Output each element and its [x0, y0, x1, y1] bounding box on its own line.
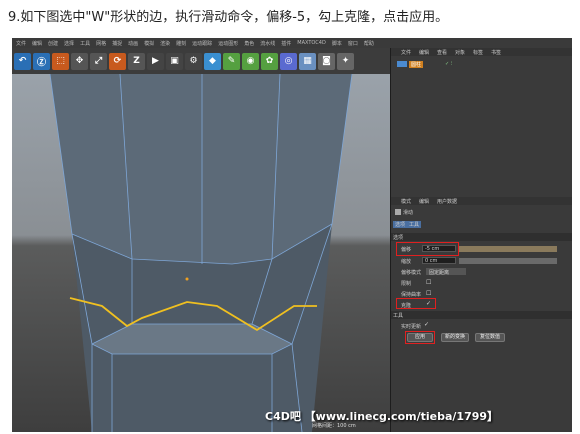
attr-manager-tabs: 模式 编辑 用户数据: [391, 197, 572, 205]
c4d-window: 文件 编辑 创建 选择 工具 网格 捕捉 动画 模拟 渲染 雕刻 运动跟踪 运动…: [12, 38, 572, 432]
keep-curvature-label: 保持曲率: [401, 292, 422, 298]
object-flags: ✓ ⁝: [445, 61, 453, 67]
tool-section: 工具: [391, 311, 572, 319]
menu-item[interactable]: 捕捉: [112, 40, 122, 47]
realtime-label: 实时更新: [401, 324, 422, 330]
tab-attr-edit[interactable]: 编辑: [419, 198, 429, 205]
deformer-icon[interactable]: ◎: [280, 52, 297, 70]
render-view-icon[interactable]: ▶: [147, 52, 164, 70]
menu-item[interactable]: 工具: [80, 40, 90, 47]
cylinder-mesh: [49, 74, 353, 432]
menu-item[interactable]: 窗口: [348, 40, 358, 47]
offset-mode-label: 偏移模式: [401, 270, 422, 276]
scale-field[interactable]: 0 cm: [422, 257, 456, 264]
menu-item[interactable]: 网格: [96, 40, 106, 47]
scale-label: 缩放: [401, 259, 412, 265]
instruction-text: 9.如下图选中"W"形状的边，执行滑动命令，偏移-5，勾上克隆，点击应用。: [8, 10, 449, 25]
select-icon[interactable]: ⬚: [52, 52, 69, 70]
render-settings-icon[interactable]: ⚙: [185, 52, 202, 70]
tab-user-data[interactable]: 用户数据: [437, 198, 457, 205]
camera-icon[interactable]: ◙: [318, 52, 335, 70]
tab-bookmark[interactable]: 书签: [491, 49, 501, 56]
toolbar: ↶ Ⓩ ⬚ ✥ ⤢ ⟳ Z ▶ ▣ ⚙ ◆ ✎ ◉ ✿ ◎ ▦ ◙ ✦: [12, 48, 390, 74]
menu-item[interactable]: 运动跟踪: [192, 40, 212, 47]
object-manager-tabs: 文件 编辑 查看 对象 标签 书签: [391, 48, 572, 56]
object-name[interactable]: 圆柱: [409, 61, 424, 68]
tool-section-title: 工具: [393, 313, 404, 319]
menu-item[interactable]: 角色: [244, 40, 254, 47]
scale-slider[interactable]: [459, 258, 557, 264]
rotate-icon[interactable]: ⟳: [109, 52, 126, 70]
cube-icon[interactable]: ◆: [204, 52, 221, 70]
tab-file[interactable]: 文件: [401, 49, 411, 56]
render-icon[interactable]: ▣: [166, 52, 183, 70]
menu-item[interactable]: 插件: [281, 40, 291, 47]
menu-item[interactable]: 雕刻: [176, 40, 186, 47]
offset-mode-value: 固定距离: [429, 270, 450, 276]
reset-values-button[interactable]: 复位数值: [475, 333, 505, 342]
light-icon[interactable]: ✦: [337, 52, 354, 70]
array-icon[interactable]: ✿: [261, 52, 278, 70]
tool-name: 滑动: [403, 210, 414, 216]
menu-item[interactable]: 脚本: [332, 40, 342, 47]
menu-item[interactable]: 帮助: [364, 40, 374, 47]
highlight-clone: [396, 298, 436, 309]
redo-icon[interactable]: Ⓩ: [33, 52, 50, 70]
limit-label: 限制: [401, 281, 412, 287]
slide-tool-icon: [395, 209, 401, 215]
scale-icon[interactable]: ⤢: [90, 52, 107, 70]
menu-item[interactable]: 渲染: [160, 40, 170, 47]
menu-bar: 文件 编辑 创建 选择 工具 网格 捕捉 动画 模拟 渲染 雕刻 运动跟踪 运动…: [12, 38, 572, 48]
new-transform-button[interactable]: 新的变换: [441, 333, 469, 342]
keep-curvature-checkbox[interactable]: ☐: [426, 290, 431, 297]
tab-edit[interactable]: 编辑: [419, 49, 429, 56]
menu-item[interactable]: 编辑: [32, 40, 42, 47]
menu-item[interactable]: 文件: [16, 40, 26, 47]
right-panel: 文件 编辑 查看 对象 标签 书签 圆柱 ✓ ⁝ 模式 编辑 用户数据 滑动 选…: [390, 48, 572, 432]
tab-tag[interactable]: 标签: [473, 49, 483, 56]
pen-icon[interactable]: ✎: [223, 52, 240, 70]
move-icon[interactable]: ✥: [71, 52, 88, 70]
highlight-apply: [405, 331, 435, 344]
menu-item[interactable]: 运动图形: [218, 40, 238, 47]
subtab-tool[interactable]: 工具: [407, 221, 422, 228]
menu-item[interactable]: 模拟: [144, 40, 154, 47]
options-section: 选项: [391, 233, 572, 241]
cylinder-object-icon: [397, 61, 407, 67]
tab-object[interactable]: 对象: [455, 49, 465, 56]
options-section-title: 选项: [393, 235, 404, 241]
subdivide-icon[interactable]: ◉: [242, 52, 259, 70]
offset-mode-select[interactable]: 固定距离: [426, 268, 466, 276]
3d-viewport[interactable]: 网格间距：100 cm: [12, 74, 390, 432]
limit-checkbox[interactable]: ☐: [426, 279, 431, 286]
undo-icon[interactable]: ↶: [14, 52, 31, 70]
menu-item[interactable]: 流水线: [260, 40, 275, 47]
tab-mode[interactable]: 模式: [401, 198, 411, 205]
menu-item[interactable]: 动画: [128, 40, 138, 47]
scale-value: 0 cm: [425, 258, 438, 264]
z-axis-icon[interactable]: Z: [128, 52, 145, 70]
menu-item[interactable]: MAXTOC4D: [297, 40, 326, 46]
offset-slider[interactable]: [459, 246, 557, 252]
menu-item[interactable]: 选择: [64, 40, 74, 47]
realtime-checkbox[interactable]: ✓: [424, 321, 429, 328]
scene-icon[interactable]: ▦: [299, 52, 316, 70]
subtab-options[interactable]: 选项: [393, 221, 408, 228]
watermark: C4D吧 【www.linecg.com/tieba/1799】: [265, 410, 499, 423]
highlight-offset: [396, 242, 459, 256]
menu-item[interactable]: 创建: [48, 40, 58, 47]
tab-view[interactable]: 查看: [437, 49, 447, 56]
